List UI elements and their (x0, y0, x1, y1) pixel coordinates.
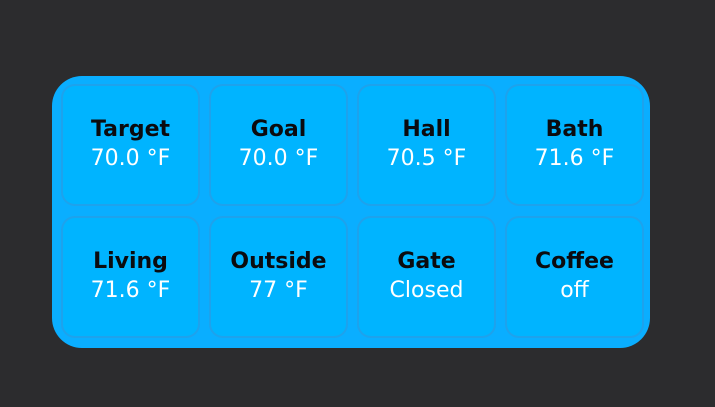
tile-bath[interactable]: Bath 71.6 °F (505, 84, 644, 206)
tile-gate[interactable]: Gate Closed (357, 216, 496, 338)
tile-label: Gate (397, 249, 456, 274)
tile-label: Hall (402, 117, 451, 142)
home-widget: Target 70.0 °F Goal 70.0 °F Hall 70.5 °F… (52, 76, 650, 348)
tile-value: 71.6 °F (534, 146, 615, 171)
tile-value: 77 °F (249, 278, 308, 303)
tile-label: Living (93, 249, 168, 274)
tile-label: Outside (230, 249, 327, 274)
tile-living[interactable]: Living 71.6 °F (61, 216, 200, 338)
tile-goal[interactable]: Goal 70.0 °F (209, 84, 348, 206)
tile-value: 70.5 °F (386, 146, 467, 171)
tile-label: Bath (545, 117, 604, 142)
tile-value: Closed (389, 278, 464, 303)
tile-coffee[interactable]: Coffee off (505, 216, 644, 338)
tile-value: off (560, 278, 589, 303)
tile-hall[interactable]: Hall 70.5 °F (357, 84, 496, 206)
tile-value: 70.0 °F (90, 146, 171, 171)
tile-label: Goal (250, 117, 307, 142)
tile-value: 71.6 °F (90, 278, 171, 303)
tile-outside[interactable]: Outside 77 °F (209, 216, 348, 338)
tile-target[interactable]: Target 70.0 °F (61, 84, 200, 206)
tile-label: Target (90, 117, 171, 142)
tile-value: 70.0 °F (238, 146, 319, 171)
tile-label: Coffee (535, 249, 614, 274)
